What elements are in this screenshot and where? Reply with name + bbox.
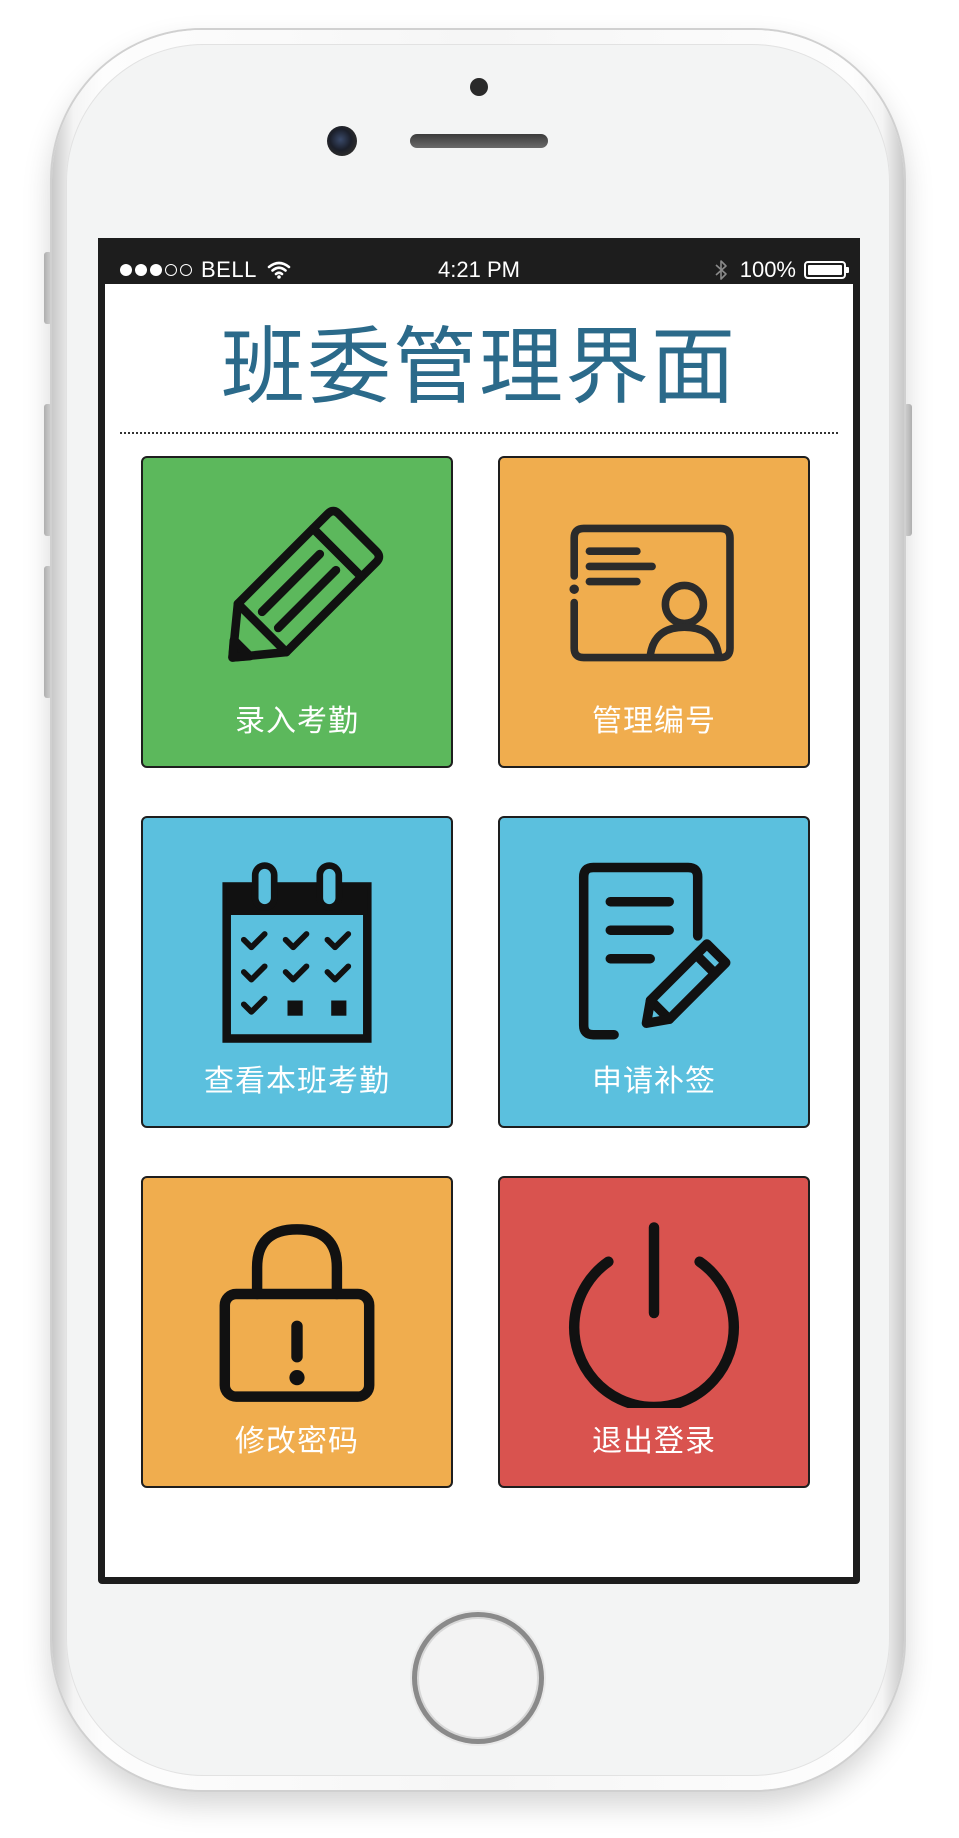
calendar-check-icon (202, 858, 392, 1048)
id-card-icon (559, 498, 749, 688)
tile-label: 查看本班考勤 (204, 1064, 390, 1099)
apply-makeup-signin-button[interactable]: 申请补签 (498, 816, 810, 1128)
canvas: BELL 4:21 PM 100% 班委管理界面 录入考勤 管理编号 查看本班考… (0, 0, 959, 1838)
proximity-sensor (470, 78, 488, 96)
logout-button[interactable]: 退出登录 (498, 1176, 810, 1488)
tile-label: 录入考勤 (235, 704, 359, 739)
status-bar: BELL 4:21 PM 100% (98, 238, 860, 284)
phone-screen: BELL 4:21 PM 100% 班委管理界面 录入考勤 管理编号 查看本班考… (98, 238, 860, 1584)
pencil-icon (202, 498, 392, 688)
home-button[interactable] (412, 1612, 544, 1744)
front-camera (327, 126, 357, 156)
battery-icon (804, 261, 849, 279)
battery-percentage: 100% (739, 257, 796, 282)
power-side-button[interactable] (904, 404, 912, 536)
volume-up-button[interactable] (44, 404, 52, 536)
view-class-attendance-button[interactable]: 查看本班考勤 (141, 816, 453, 1128)
document-edit-icon (559, 858, 749, 1048)
tile-label: 管理编号 (592, 704, 716, 739)
battery-level (808, 265, 842, 275)
bluetooth-icon (714, 259, 728, 281)
title-divider (120, 432, 838, 434)
manage-id-button[interactable]: 管理编号 (498, 456, 810, 768)
lock-alert-icon (202, 1218, 392, 1408)
volume-down-button[interactable] (44, 566, 52, 698)
app-content: 班委管理界面 录入考勤 管理编号 查看本班考勤 申请补签 修改密码 退出登录 (105, 284, 853, 1577)
tile-label: 修改密码 (235, 1424, 359, 1459)
mute-switch[interactable] (44, 252, 52, 324)
power-icon (559, 1218, 749, 1408)
tile-label: 退出登录 (592, 1424, 716, 1459)
status-right: 100% (714, 257, 849, 282)
page-title: 班委管理界面 (220, 318, 737, 416)
tile-label: 申请补签 (592, 1064, 716, 1099)
change-password-button[interactable]: 修改密码 (141, 1176, 453, 1488)
attendance-entry-button[interactable]: 录入考勤 (141, 456, 453, 768)
earpiece-speaker (410, 134, 548, 148)
